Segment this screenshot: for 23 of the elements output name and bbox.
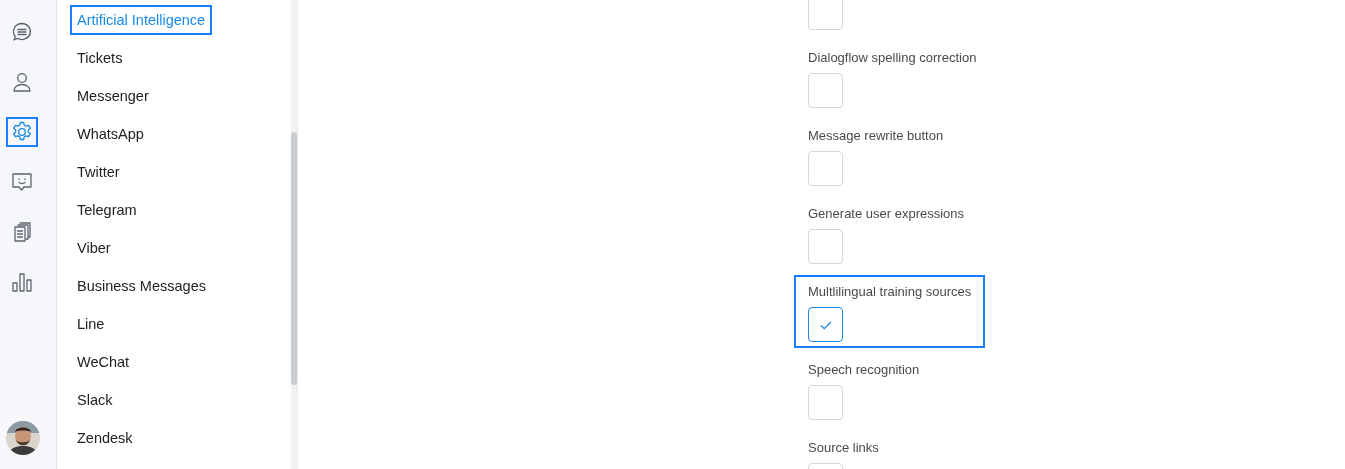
sidebar-item[interactable]: Business Messages [70,271,213,301]
sidebar-item[interactable]: WhatsApp [70,119,151,149]
sidebar-item[interactable]: WeChat [70,347,137,377]
bar-chart-icon [9,270,34,294]
setting-label: Dialogflow spelling correction [808,49,977,67]
nav-button[interactable] [5,117,38,147]
sidebar-item[interactable]: Viber [70,233,118,263]
sidebar-item[interactable]: Line [70,309,112,339]
sidebar-item[interactable]: Twitter [70,157,127,187]
setting-label: Generate user expressions [808,205,965,223]
smiley-chat-icon [9,170,34,194]
setting-label: Source links [808,439,879,457]
sidebar-item[interactable]: Slack [70,385,120,415]
setting-label: Speech recognition [808,361,920,379]
setting-label: Message rewrite button [808,127,944,145]
sidebar-item[interactable]: Artificial Intelligence [70,5,213,35]
scrollbar-thumb[interactable] [291,132,297,385]
checkbox[interactable] [808,307,843,342]
sidebar-item[interactable]: Messenger [70,81,156,111]
sidebar-item[interactable]: Telegram [70,195,144,225]
sidebar-item[interactable]: Tickets [70,43,130,73]
sidebar-item[interactable]: Zendesk [70,423,140,453]
setting-label: Multlilingual training sources [808,283,972,301]
